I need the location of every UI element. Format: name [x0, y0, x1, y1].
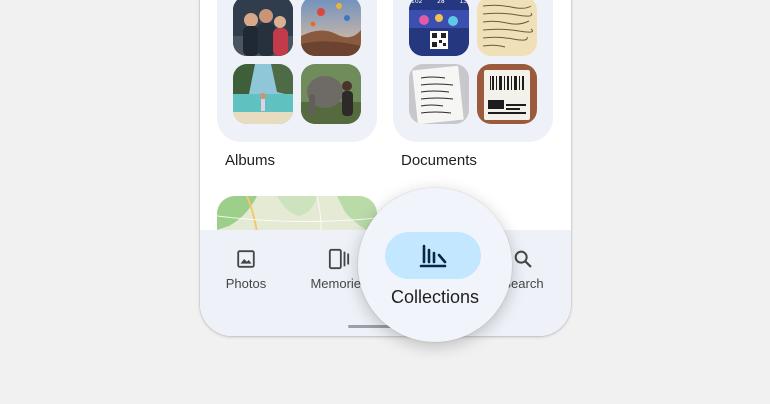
- albums-label: Albums: [225, 152, 276, 169]
- doc-thumb-barcode-label[interactable]: [477, 64, 537, 124]
- album-thumb-family[interactable]: [233, 0, 293, 56]
- documents-label: Documents: [401, 152, 477, 169]
- nav-photos[interactable]: Photos: [201, 244, 291, 291]
- ticket-number-1: 102: [411, 0, 423, 5]
- album-thumb-elephant[interactable]: [301, 64, 361, 124]
- doc-thumb-ticket[interactable]: 102 28 13: [409, 0, 469, 56]
- doc-thumb-handwritten-letter[interactable]: [477, 0, 537, 56]
- image-icon: [201, 244, 291, 274]
- nav-photos-label: Photos: [225, 276, 267, 291]
- albums-card[interactable]: [217, 0, 377, 142]
- ticket-number-2: 28: [437, 0, 445, 5]
- collections-label: Collections: [390, 287, 480, 307]
- collections-active-pill[interactable]: [385, 232, 481, 279]
- documents-card[interactable]: 102 28 13: [393, 0, 553, 142]
- collections-icon: [419, 244, 447, 267]
- doc-thumb-handwritten-notes[interactable]: [409, 64, 469, 124]
- album-thumb-balloons[interactable]: [301, 0, 361, 56]
- album-thumb-beach[interactable]: [233, 64, 293, 124]
- collections-magnifier-callout: Collections: [358, 188, 512, 342]
- ticket-number-3: 13: [459, 0, 467, 5]
